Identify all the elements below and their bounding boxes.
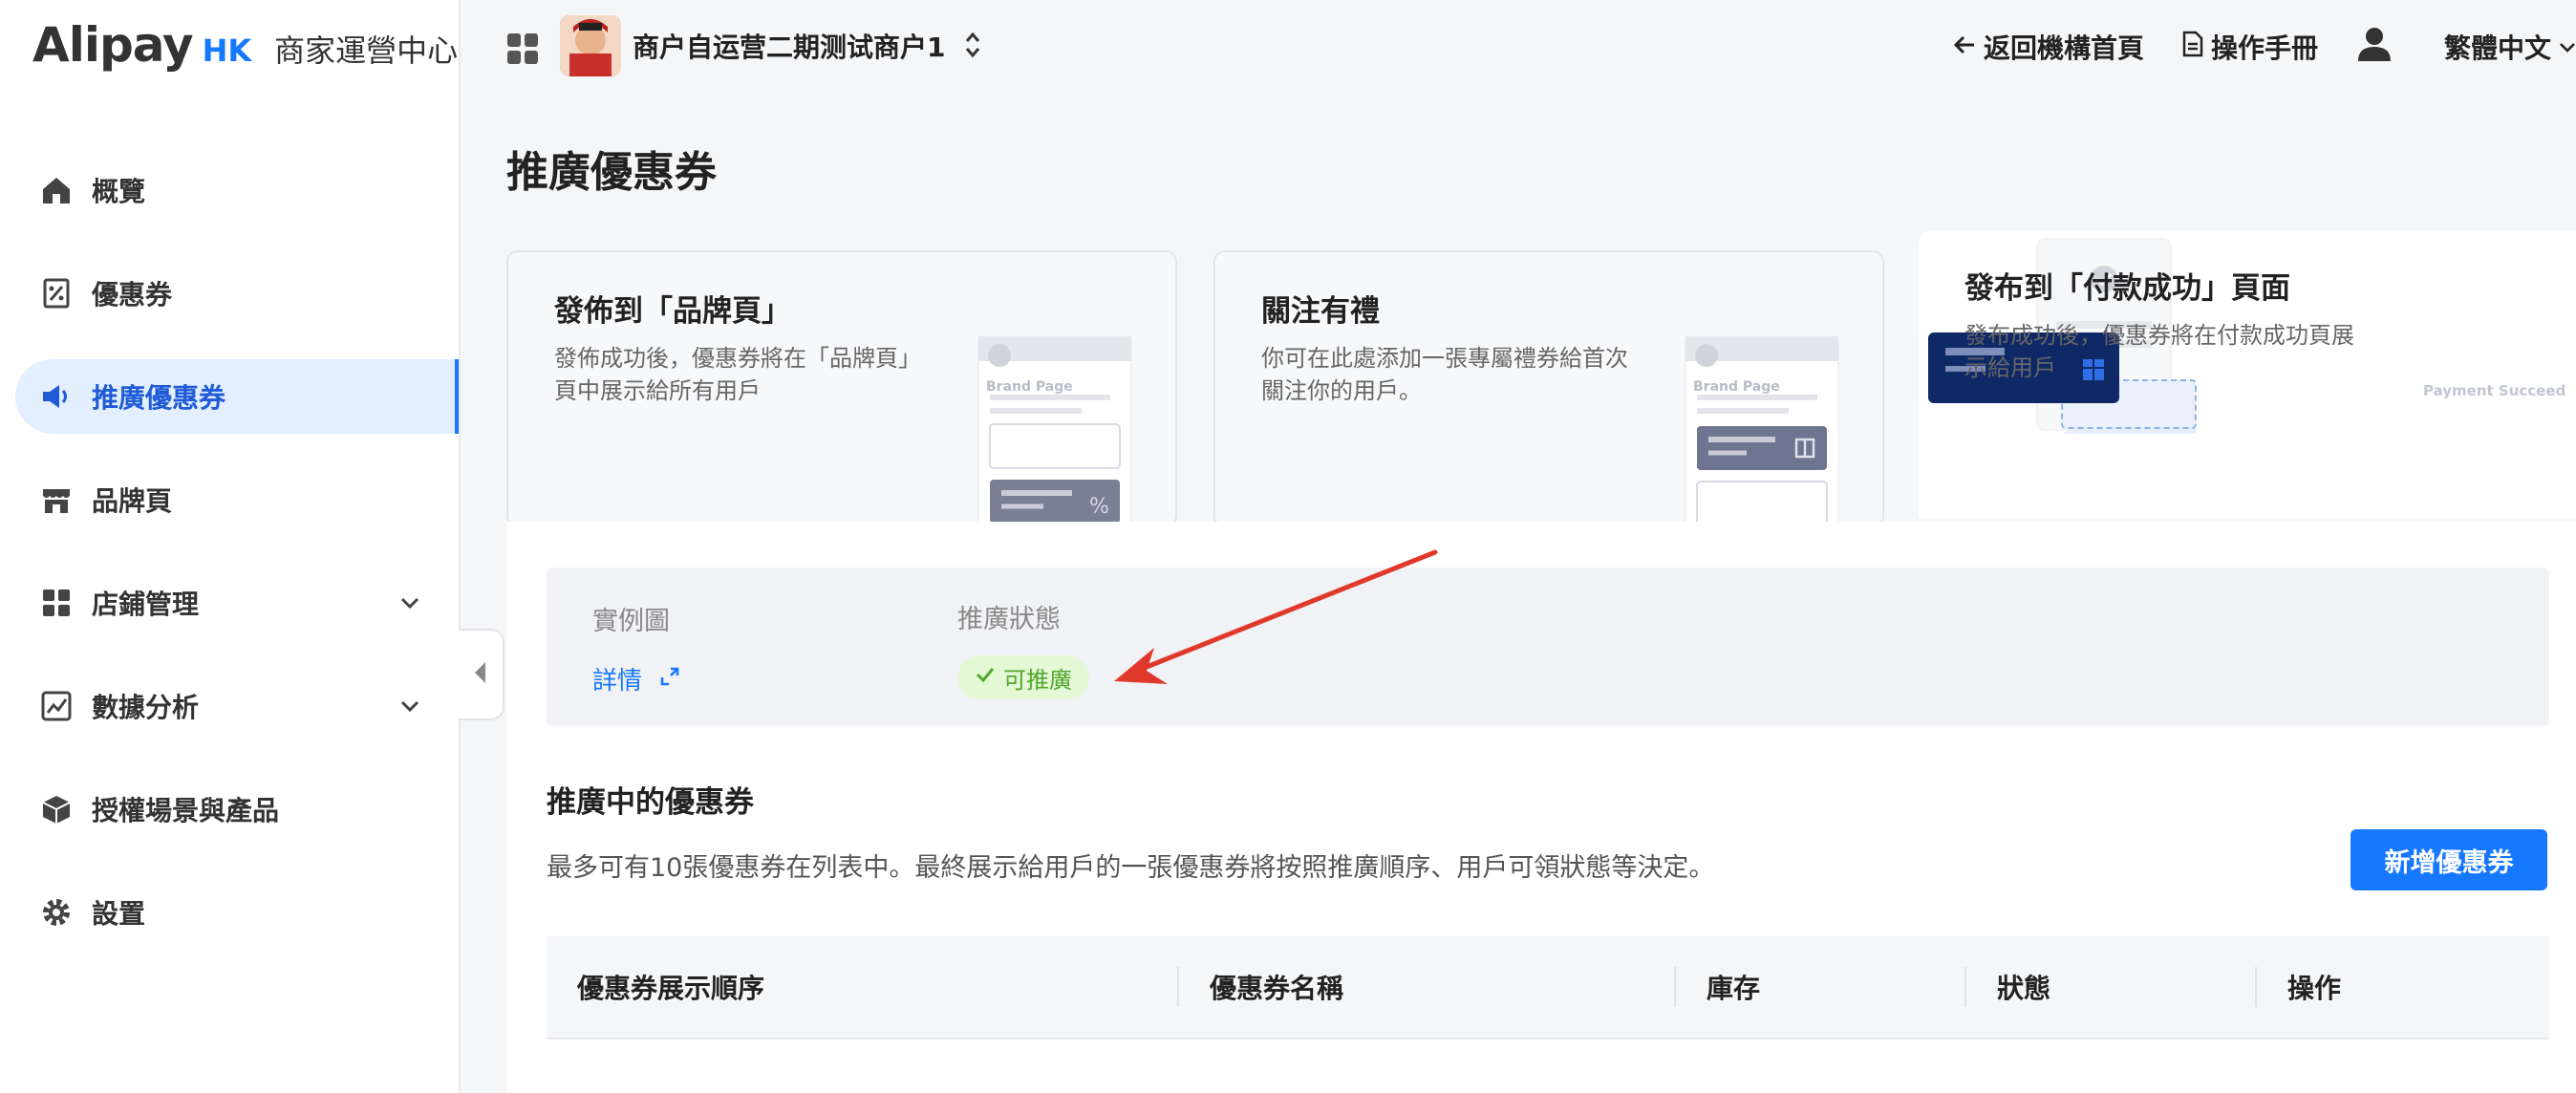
brand-region: HK bbox=[202, 32, 252, 69]
example-label: 實例圖 bbox=[592, 607, 670, 636]
merchant-switch-icon[interactable] bbox=[963, 29, 982, 65]
column-header-coupon-name[interactable]: 優惠券名稱 bbox=[1210, 936, 1343, 1038]
merchant-avatar bbox=[560, 15, 621, 76]
document-icon bbox=[2182, 31, 2203, 64]
promotion-info-box: 實例圖 詳情 推廣狀態 可推廣 bbox=[547, 568, 2549, 726]
column-divider bbox=[1177, 967, 1179, 1007]
card-title: 發布到「付款成功」頁面 bbox=[1964, 271, 2290, 306]
sidebar-item-label: 概覽 bbox=[92, 176, 146, 207]
column-divider bbox=[1674, 967, 1676, 1007]
follow-gift-illustration bbox=[1684, 335, 1840, 525]
brand-logo[interactable]: Alipay HK 商家運營中心 bbox=[32, 17, 458, 80]
sidebar-nav: 概覽 優惠券 推廣優惠券 品牌頁 店鋪管理 數據分析 授權場景與產品 設置 bbox=[15, 153, 459, 978]
section-title: 推廣中的優惠券 bbox=[547, 785, 754, 820]
card-title: 發佈到「品牌頁」 bbox=[554, 294, 791, 329]
sidebar-item-overview[interactable]: 概覽 bbox=[15, 153, 459, 227]
user-avatar[interactable] bbox=[2356, 26, 2393, 69]
sidebar-item-authorization[interactable]: 授權場景與產品 bbox=[15, 772, 459, 847]
brand-page-illustration: % bbox=[977, 335, 1133, 525]
check-icon bbox=[975, 664, 996, 691]
detail-link[interactable]: 詳情 bbox=[592, 661, 680, 697]
sidebar-item-label: 授權場景與產品 bbox=[92, 795, 280, 826]
status-badge: 可推廣 bbox=[957, 655, 1089, 699]
back-to-institution-link[interactable]: 返回機構首頁 bbox=[1953, 28, 2144, 66]
status-badge-label: 可推廣 bbox=[1003, 666, 1072, 694]
back-label: 返回機構首頁 bbox=[1983, 32, 2144, 64]
card-follow-gift[interactable]: 關注有禮 你可在此處添加一張專屬禮券給首次關注你的用戶。 Brand Page bbox=[1213, 250, 1884, 527]
illustration-label: Brand Page bbox=[1693, 379, 1780, 395]
sidebar-item-store-management[interactable]: 店鋪管理 bbox=[15, 566, 459, 640]
sidebar-item-label: 設置 bbox=[92, 898, 146, 930]
sidebar-item-label: 優惠券 bbox=[92, 279, 173, 311]
merchant-name[interactable]: 商户自运营二期测试商户1 bbox=[633, 27, 945, 65]
grid-icon bbox=[40, 587, 73, 619]
coupon-icon bbox=[40, 277, 73, 310]
illustration-label: Brand Page bbox=[986, 379, 1073, 395]
section-description: 最多可有10張優惠券在列表中。最終展示給用戶的一張優惠券將按照推廣順序、用戶可領… bbox=[547, 853, 1715, 883]
column-header-stock[interactable]: 庫存 bbox=[1707, 936, 1760, 1038]
brand-subtitle: 商家運營中心 bbox=[274, 32, 459, 69]
sidebar-item-label: 數據分析 bbox=[92, 692, 200, 723]
chart-icon bbox=[40, 690, 73, 722]
top-bar: 商户自运营二期测试商户1 返回機構首頁 操作手冊 繁體中文 bbox=[461, 0, 2576, 96]
annotation-arrow bbox=[1114, 549, 1438, 684]
svg-text:%: % bbox=[1089, 495, 1109, 519]
sidebar-item-settings[interactable]: 設置 bbox=[15, 875, 459, 950]
card-payment-success[interactable]: 發布到「付款成功」頁面 發布成功後，優惠券將在付款成功頁展示給用戶 Paymen… bbox=[1919, 231, 2576, 518]
manual-link[interactable]: 操作手冊 bbox=[2182, 28, 2318, 66]
column-header-status[interactable]: 狀態 bbox=[1997, 936, 2050, 1038]
chevron-down-icon[interactable] bbox=[396, 692, 424, 720]
manual-label: 操作手冊 bbox=[2210, 32, 2318, 64]
top-right-actions: 返回機構首頁 操作手冊 繁體中文 bbox=[1915, 23, 2576, 71]
column-header-actions[interactable]: 操作 bbox=[2287, 936, 2341, 1038]
add-coupon-button[interactable]: 新增優惠券 bbox=[2351, 829, 2547, 890]
language-select[interactable]: 繁體中文 bbox=[2444, 28, 2576, 66]
card-description: 發布成功後，優惠券將在付款成功頁展示給用戶 bbox=[1964, 322, 2354, 381]
sidebar-collapse-button[interactable] bbox=[459, 629, 504, 720]
gear-icon bbox=[40, 896, 73, 929]
language-label: 繁體中文 bbox=[2443, 32, 2551, 64]
sidebar-item-label: 推廣優惠券 bbox=[92, 382, 226, 414]
detail-label: 詳情 bbox=[592, 667, 643, 696]
column-header-display-order[interactable]: 優惠券展示順序 bbox=[577, 936, 764, 1038]
sidebar-item-coupons[interactable]: 優惠券 bbox=[15, 256, 459, 331]
sidebar: Alipay HK 商家運營中心 概覽 優惠券 推廣優惠券 品牌頁 店鋪管理 數… bbox=[0, 0, 461, 1093]
sidebar-item-brand-page[interactable]: 品牌頁 bbox=[15, 462, 459, 537]
card-description: 發佈成功後，優惠券將在「品牌頁」頁中展示給所有用戶 bbox=[554, 345, 921, 404]
app-switcher-icon[interactable] bbox=[506, 32, 539, 69]
column-divider bbox=[2255, 967, 2257, 1007]
card-brand-page[interactable]: 發佈到「品牌頁」 發佈成功後，優惠券將在「品牌頁」頁中展示給所有用戶 % Bra… bbox=[506, 250, 1177, 527]
chevron-down-icon bbox=[2559, 32, 2576, 63]
expand-icon bbox=[659, 665, 680, 694]
chevron-left-icon bbox=[472, 660, 489, 689]
chevron-down-icon[interactable] bbox=[396, 589, 424, 617]
arrow-left-icon bbox=[1953, 32, 1976, 63]
sidebar-item-promote-coupons[interactable]: 推廣優惠券 bbox=[15, 359, 459, 434]
box-icon bbox=[40, 793, 73, 825]
megaphone-icon bbox=[40, 380, 73, 413]
card-description: 你可在此處添加一張專屬禮券給首次關注你的用戶。 bbox=[1261, 345, 1628, 404]
sidebar-item-label: 店鋪管理 bbox=[92, 589, 200, 620]
table-header: 優惠券展示順序 優惠券名稱 庫存 狀態 操作 bbox=[547, 936, 2549, 1039]
card-title: 關注有禮 bbox=[1261, 294, 1380, 329]
home-icon bbox=[40, 174, 73, 206]
illustration-label: Payment Succeed bbox=[2423, 382, 2566, 399]
page-title: 推廣優惠券 bbox=[506, 148, 717, 197]
sidebar-item-data-analysis[interactable]: 數據分析 bbox=[15, 669, 459, 743]
column-divider bbox=[1964, 967, 1966, 1007]
status-label: 推廣狀態 bbox=[957, 605, 1061, 634]
brand-name: Alipay bbox=[32, 17, 194, 73]
store-icon bbox=[40, 483, 73, 516]
sidebar-item-label: 品牌頁 bbox=[92, 485, 173, 517]
user-icon bbox=[2356, 26, 2393, 69]
